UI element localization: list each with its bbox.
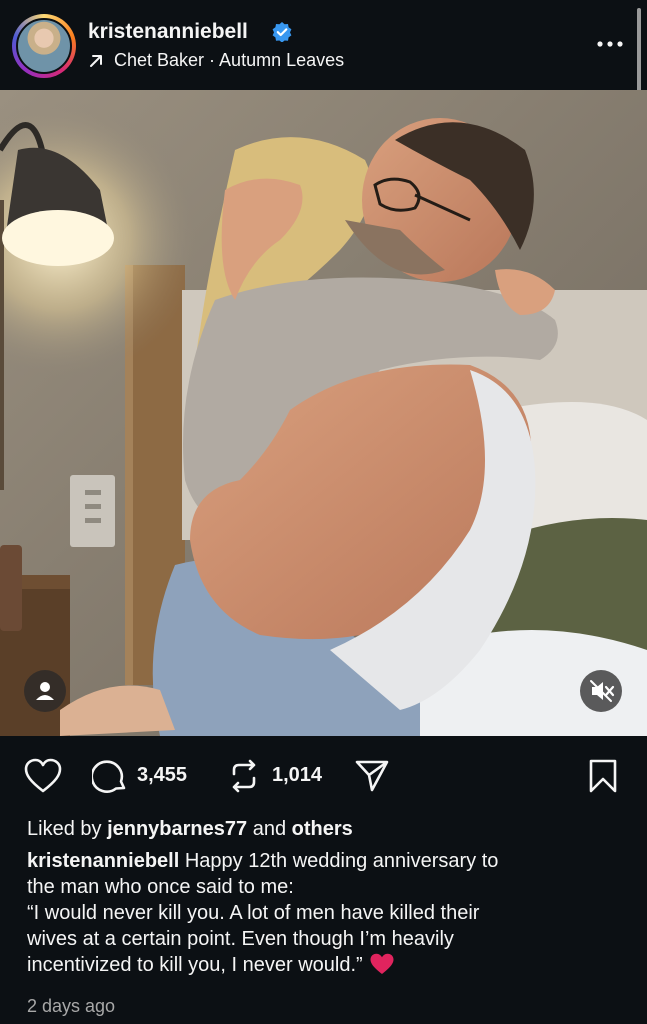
caption-line-3: “I would never kill you. A lot of men ha… (27, 902, 480, 924)
liked-by-middle: and (252, 818, 287, 840)
caption-author[interactable]: kristenanniebell (27, 850, 179, 872)
post-timestamp: 2 days ago (27, 996, 116, 1016)
music-attribution[interactable]: Chet Baker · Autumn Leaves (88, 50, 344, 71)
user-tag-icon (36, 682, 54, 700)
caption-line-2: the man who once said to me: (27, 876, 294, 898)
username[interactable]: kristenanniebell (88, 20, 248, 44)
liked-by[interactable]: Liked by jennybarnes77 and others (27, 816, 627, 842)
liked-by-user[interactable]: jennybarnes77 (107, 818, 247, 840)
muted-speaker-icon (590, 680, 615, 702)
action-bar: 3,455 1,014 (0, 740, 647, 810)
heart-outline-icon[interactable] (24, 758, 62, 794)
arrow-up-right-icon (90, 54, 102, 67)
repost-count: 1,014 (272, 764, 323, 786)
mute-button[interactable] (580, 670, 622, 712)
red-heart-emoji-icon (370, 953, 394, 974)
caption-text-5: incentivized to kill you, I never would.… (27, 954, 363, 976)
music-label: Chet Baker · Autumn Leaves (114, 50, 345, 70)
caption-line-5: incentivized to kill you, I never would.… (27, 952, 627, 978)
caption-text-1: Happy 12th wedding anniversary to (184, 850, 499, 872)
avatar-image (16, 18, 72, 74)
caption-area: Liked by jennybarnes77 and others kriste… (27, 816, 627, 978)
post-header: kristenanniebell Chet Baker · Autumn Lea… (0, 0, 647, 90)
liked-by-prefix: Liked by (27, 818, 102, 840)
avatar[interactable] (12, 14, 76, 78)
bookmark-icon[interactable] (588, 758, 618, 794)
caption-line-4: wives at a certain point. Even though I’… (27, 928, 454, 950)
user-tag-button[interactable] (24, 670, 66, 712)
post-photo[interactable] (0, 90, 647, 736)
more-horizontal-icon[interactable] (596, 40, 624, 48)
caption-line-1: kristenanniebell Happy 12th wedding anni… (27, 848, 627, 874)
verified-badge-icon (272, 22, 292, 42)
repost-icon[interactable] (226, 758, 262, 794)
comment-bubble-icon[interactable] (92, 758, 128, 794)
liked-by-others[interactable]: others (292, 818, 353, 840)
comment-count: 3,455 (137, 764, 188, 786)
send-icon[interactable] (354, 758, 390, 794)
caption: kristenanniebell Happy 12th wedding anni… (27, 848, 627, 978)
photo-illustration (0, 90, 647, 736)
